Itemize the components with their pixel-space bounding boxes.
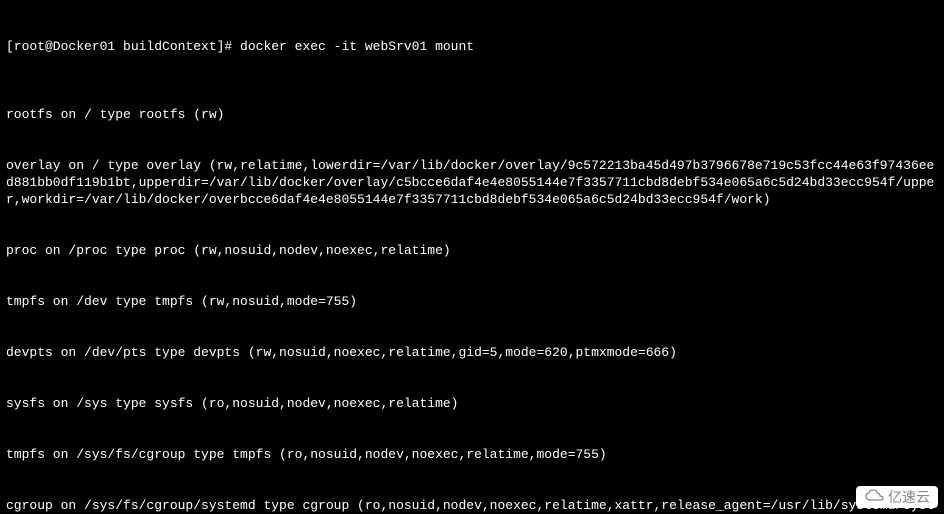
mount-line: devpts on /dev/pts type devpts (rw,nosui… [6,344,938,361]
mount-line: tmpfs on /dev type tmpfs (rw,nosuid,mode… [6,293,938,310]
shell-prompt-line: [root@Docker01 buildContext]# docker exe… [6,38,938,55]
mount-line: cgroup on /sys/fs/cgroup/systemd type cg… [6,497,938,514]
mount-line: rootfs on / type rootfs (rw) [6,106,938,123]
mount-line: overlay on / type overlay (rw,relatime,l… [6,157,938,208]
watermark-badge: 亿速云 [856,486,938,508]
mount-line: sysfs on /sys type sysfs (ro,nosuid,node… [6,395,938,412]
watermark-text: 亿速云 [888,489,930,506]
cloud-icon [864,488,884,506]
mount-line: tmpfs on /sys/fs/cgroup type tmpfs (ro,n… [6,446,938,463]
terminal-output[interactable]: [root@Docker01 buildContext]# docker exe… [0,0,944,514]
mount-line: proc on /proc type proc (rw,nosuid,nodev… [6,242,938,259]
